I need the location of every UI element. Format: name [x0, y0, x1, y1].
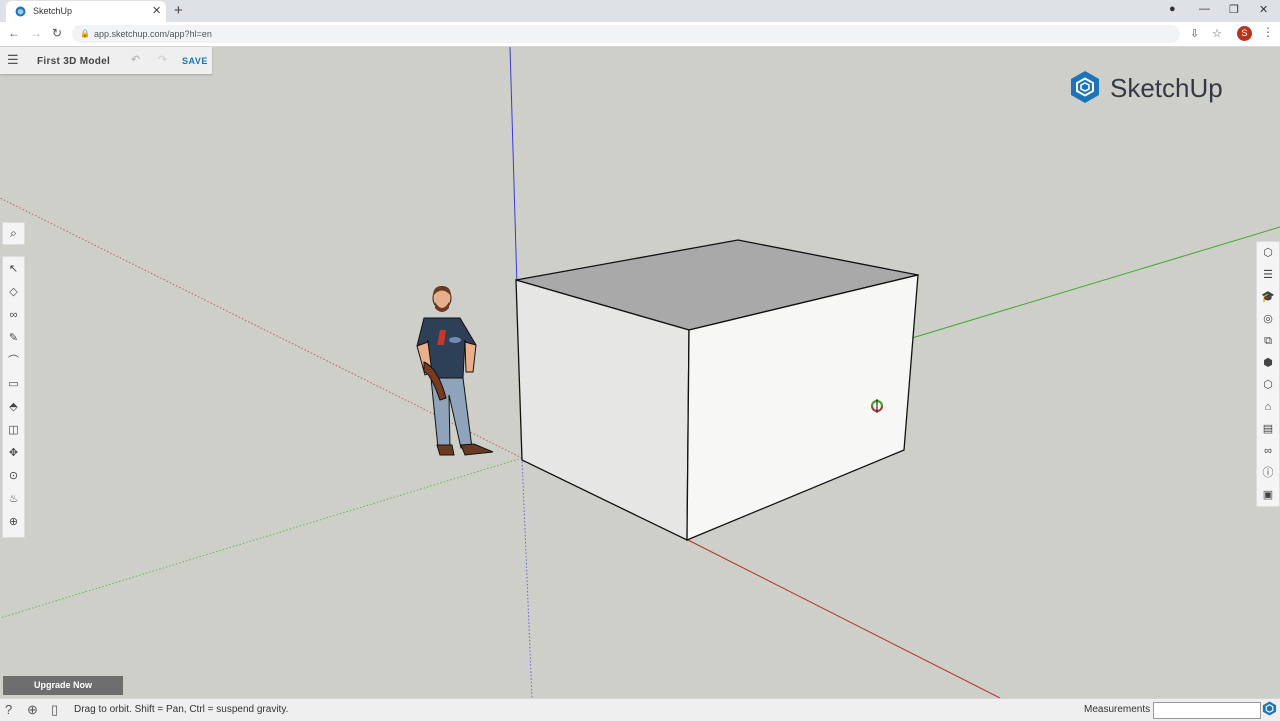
undo-icon[interactable]: ↶: [131, 53, 140, 66]
status-hint: Drag to orbit. Shift = Pan, Ctrl = suspe…: [74, 704, 289, 715]
rectangle-icon[interactable]: ▭: [3, 374, 24, 394]
tape-measure-icon[interactable]: ⊙: [3, 466, 24, 486]
entity-info-icon[interactable]: ⬡: [1257, 243, 1279, 263]
eraser-icon[interactable]: ◇: [3, 282, 24, 302]
sketchup-logo: SketchUp: [1068, 70, 1223, 106]
media-control-icon[interactable]: ●: [1169, 3, 1176, 15]
window-close-icon[interactable]: ✕: [1259, 3, 1268, 16]
omnibox[interactable]: 🔒 app.sketchup.com/app?hl=en: [72, 25, 1180, 43]
address-bar: ← → ↻ 🔒 app.sketchup.com/app?hl=en ⇩ ☆ S…: [0, 22, 1280, 47]
green-axis-negative: [0, 457, 523, 619]
solid-icon[interactable]: ⬢: [1257, 353, 1279, 373]
model-name[interactable]: First 3D Model: [37, 56, 110, 67]
green-axis: [911, 226, 1280, 339]
mouse-icon[interactable]: ▯: [51, 702, 58, 718]
help-icon[interactable]: ?: [5, 702, 12, 717]
reload-icon[interactable]: ↻: [52, 26, 62, 40]
browser-menu-icon[interactable]: ⋮: [1262, 25, 1274, 39]
lock-icon: 🔒: [80, 29, 90, 38]
right-panel-toolbar: ⬡ ☰ 🎓 ◎ ⧉ ⬢ ⬡ ⌂ ▤ ∞ ⓘ ▣: [1256, 241, 1280, 507]
save-button[interactable]: SAVE: [182, 56, 208, 66]
new-tab-icon[interactable]: +: [174, 2, 183, 19]
hamburger-menu-icon[interactable]: ☰: [7, 52, 19, 68]
instructor-icon[interactable]: 🎓: [1257, 287, 1279, 307]
export-icon[interactable]: ▣: [1257, 485, 1279, 505]
pencil-icon[interactable]: ✎: [3, 328, 24, 348]
redo-icon[interactable]: ↷: [158, 53, 167, 66]
scale-figure[interactable]: [416, 286, 494, 456]
url-text[interactable]: app.sketchup.com/app?hl=en: [94, 29, 212, 39]
offset-icon[interactable]: ◫: [3, 420, 24, 440]
bookmark-star-icon[interactable]: ☆: [1212, 27, 1222, 40]
tags-icon[interactable]: ⌂: [1257, 397, 1279, 417]
move-icon[interactable]: ✥: [3, 443, 24, 463]
tab-title: SketchUp: [33, 6, 73, 16]
browser-tab[interactable]: SketchUp ✕: [6, 1, 166, 22]
sketchup-status-icon[interactable]: [1262, 701, 1277, 716]
left-toolbar: ↖ ◇ ∞ ✎ ⌒ ▭ ⬘ ◫ ✥ ⊙ ♨ ⊕: [2, 256, 25, 538]
orbit-icon[interactable]: ⊕: [3, 512, 24, 532]
restore-icon[interactable]: ❐: [1229, 3, 1239, 16]
upgrade-now-button[interactable]: Upgrade Now: [3, 676, 123, 695]
forward-icon[interactable]: →: [30, 26, 42, 40]
lasso-icon[interactable]: ∞: [3, 305, 24, 325]
paint-bucket-icon[interactable]: ♨: [3, 489, 24, 509]
push-pull-icon[interactable]: ⬘: [3, 397, 24, 417]
blue-axis-negative: [521, 457, 533, 698]
back-icon[interactable]: ←: [8, 26, 20, 40]
profile-avatar[interactable]: S: [1237, 26, 1252, 41]
logo-text: SketchUp: [1110, 73, 1223, 103]
scene-canvas: [0, 47, 1280, 698]
arc-icon[interactable]: ⌒: [3, 351, 24, 371]
measurements-label: Measurements: [1084, 704, 1151, 715]
materials-icon[interactable]: ◎: [1257, 309, 1279, 329]
browser-tab-bar: SketchUp ✕ + ● — ❐ ✕: [0, 0, 1280, 22]
measurements-input[interactable]: [1153, 702, 1261, 719]
model-info-icon[interactable]: ⓘ: [1257, 463, 1279, 483]
select-icon[interactable]: ↖: [3, 259, 24, 279]
minimize-icon[interactable]: —: [1199, 3, 1210, 15]
components-icon[interactable]: ⧉: [1257, 331, 1279, 351]
styles-icon[interactable]: ∞: [1257, 441, 1279, 461]
search-tool-icon[interactable]: ⌕: [2, 222, 25, 245]
sketchup-logo-icon: [1071, 71, 1099, 103]
layers-icon[interactable]: ☰: [1257, 265, 1279, 285]
tab-close-icon[interactable]: ✕: [152, 4, 161, 17]
scenes-icon[interactable]: ▤: [1257, 419, 1279, 439]
install-app-icon[interactable]: ⇩: [1190, 27, 1199, 40]
red-axis: [687, 539, 1001, 698]
model-title-panel: ☰ First 3D Model ↶ ↷ SAVE: [0, 47, 212, 74]
status-bar: ? ⊕ ▯ Drag to orbit. Shift = Pan, Ctrl =…: [0, 698, 1280, 721]
views-icon[interactable]: ⬡: [1257, 375, 1279, 395]
globe-icon[interactable]: ⊕: [27, 702, 38, 718]
sketchup-favicon-icon: [15, 6, 26, 17]
